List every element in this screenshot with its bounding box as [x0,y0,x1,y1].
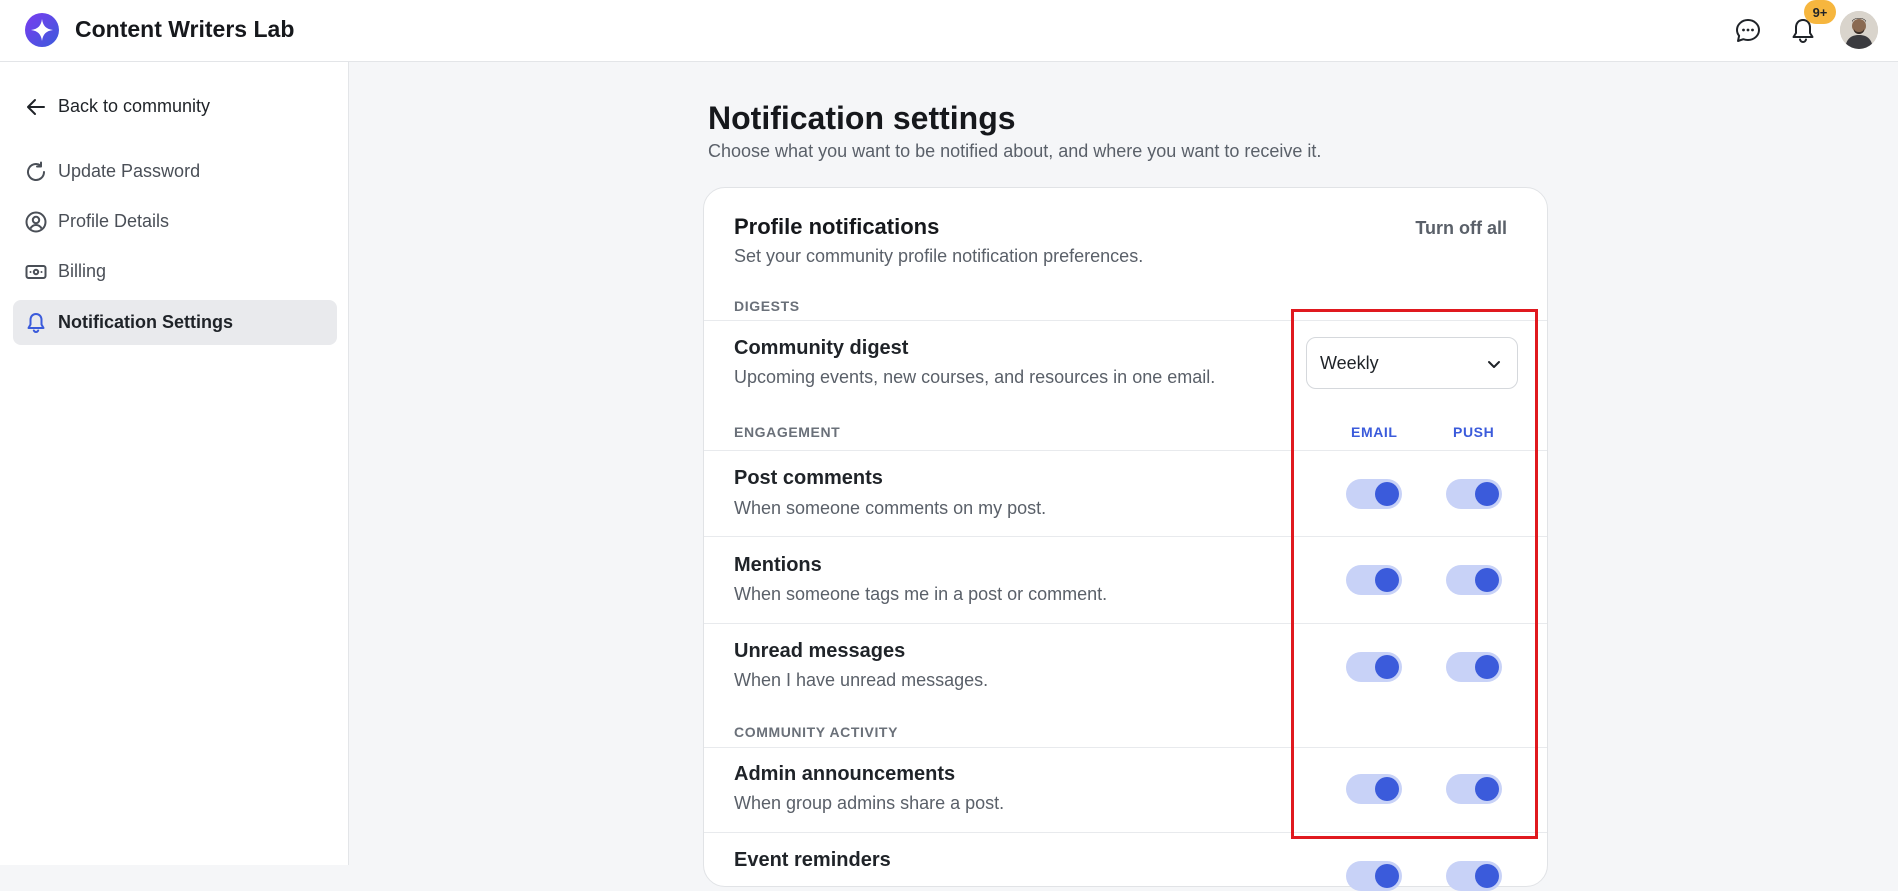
toggle-knob [1475,777,1499,801]
chat-bubble-icon[interactable] [1733,16,1763,46]
page-title: Notification settings [708,100,1016,136]
sidebar-item-notification-settings[interactable]: Notification Settings [13,300,337,345]
toggle-admin-announcements-push[interactable] [1446,774,1502,804]
digest-frequency-select[interactable]: Weekly [1306,337,1518,389]
settings-sidebar: Back to community Update Password Profil… [0,62,349,865]
back-to-community-link[interactable]: Back to community [13,84,337,129]
toggle-event-reminders-push[interactable] [1446,861,1502,891]
back-to-community-label: Back to community [58,96,211,116]
arrow-left-icon [24,95,48,119]
toggle-knob [1475,568,1499,592]
toggle-mentions-push[interactable] [1446,565,1502,595]
section-label-community-activity: COMMUNITY ACTIVITY [734,724,899,740]
row-title-mentions: Mentions [734,554,822,576]
section-label-engagement: ENGAGEMENT [734,424,841,440]
column-label-push: PUSH [1453,424,1495,440]
toggle-post-comments-push[interactable] [1446,479,1502,509]
user-circle-icon [24,210,48,234]
community-name[interactable]: Content Writers Lab [75,16,294,43]
sidebar-item-update-password[interactable]: Update Password [13,149,337,194]
sidebar-item-label: Profile Details [58,211,170,231]
toggle-knob [1475,655,1499,679]
top-bar: Content Writers Lab 9+ [0,0,1898,62]
toggle-knob [1375,655,1399,679]
divider [704,747,1547,748]
user-avatar[interactable] [1840,11,1878,49]
card-subtitle: Set your community profile notification … [734,246,1144,266]
digest-frequency-value: Weekly [1320,352,1379,373]
sidebar-item-label: Update Password [58,161,201,181]
refresh-icon [24,160,48,184]
section-label-digests: DIGESTS [734,298,800,314]
toggle-mentions-email[interactable] [1346,565,1402,595]
row-title-post-comments: Post comments [734,467,883,489]
toggle-admin-announcements-email[interactable] [1346,774,1402,804]
row-desc-unread-messages: When I have unread messages. [734,670,989,690]
notification-count-badge: 9+ [1804,0,1836,24]
bell-icon [24,311,48,335]
toggle-post-comments-email[interactable] [1346,479,1402,509]
card-title: Profile notifications [734,214,940,239]
chevron-down-icon [1488,361,1500,368]
row-title-admin-announcements: Admin announcements [734,763,956,785]
toggle-knob [1375,568,1399,592]
toggle-knob [1475,864,1499,888]
toggle-event-reminders-email[interactable] [1346,861,1402,891]
toggle-knob [1375,482,1399,506]
toggle-knob [1375,777,1399,801]
divider [704,623,1547,624]
toggle-unread-messages-email[interactable] [1346,652,1402,682]
sparkle-logo-icon[interactable] [24,12,60,48]
toggle-unread-messages-push[interactable] [1446,652,1502,682]
profile-notifications-card: Profile notifications Set your community… [703,187,1548,891]
row-title-unread-messages: Unread messages [734,640,906,662]
sidebar-item-profile-details[interactable]: Profile Details [13,199,337,244]
toggle-knob [1375,864,1399,888]
page-subtitle: Choose what you want to be notified abou… [708,141,1322,161]
sidebar-item-billing[interactable]: Billing [13,249,337,294]
row-desc-mentions: When someone tags me in a post or commen… [734,584,1108,604]
divider [704,320,1547,321]
divider [704,832,1547,833]
divider [704,536,1547,537]
digest-description: Upcoming events, new courses, and resour… [734,367,1216,387]
toggle-knob [1475,482,1499,506]
divider [704,450,1547,451]
turn-off-all-button[interactable]: Turn off all [1415,218,1507,239]
column-label-email: EMAIL [1351,424,1398,440]
digest-title: Community digest [734,337,909,359]
row-desc-admin-announcements: When group admins share a post. [734,793,1005,813]
sidebar-item-label: Notification Settings [58,312,233,332]
row-title-event-reminders: Event reminders [734,849,891,871]
sidebar-item-label: Billing [58,261,107,281]
billing-card-icon [24,260,48,284]
row-desc-post-comments: When someone comments on my post. [734,498,1047,518]
